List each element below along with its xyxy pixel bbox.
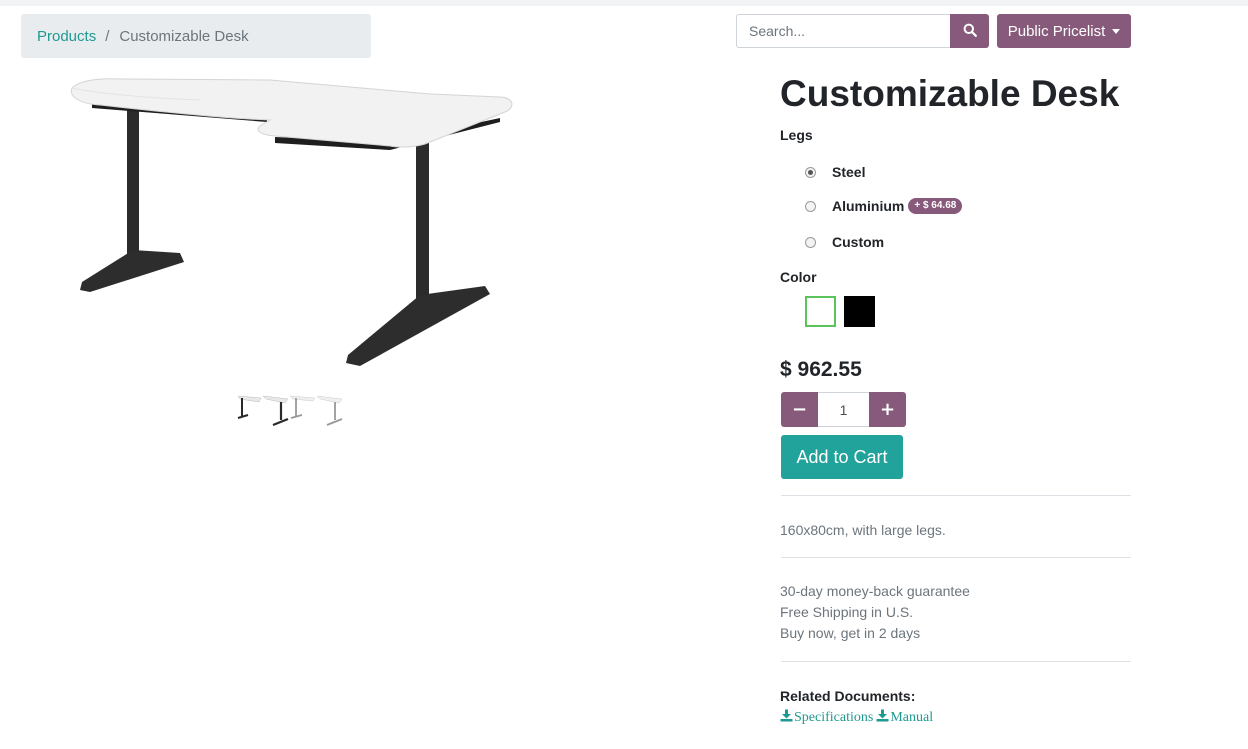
color-swatch-black[interactable] <box>844 296 875 327</box>
divider <box>781 495 1131 496</box>
price-extra-badge: + $ 64.68 <box>908 198 963 214</box>
pricelist-label: Public Pricelist <box>1007 22 1106 40</box>
product-title: Customizable Desk <box>780 73 1120 114</box>
guarantee-text: 30-day money-back guarantee Free Shippin… <box>780 581 970 644</box>
breadcrumb-products-link[interactable]: Products <box>37 28 96 45</box>
color-swatch-white[interactable] <box>805 296 836 327</box>
divider <box>781 557 1131 558</box>
legs-option-custom[interactable]: Custom <box>805 232 884 252</box>
download-icon <box>876 709 890 727</box>
guarantee-line: Buy now, get in 2 days <box>780 625 921 641</box>
search-input[interactable] <box>736 14 951 48</box>
download-icon <box>780 709 794 727</box>
steel-label: Steel <box>832 164 866 180</box>
product-price: $ 962.55 <box>780 358 862 381</box>
search-button[interactable] <box>950 14 989 48</box>
manual-link[interactable]: Manual <box>876 709 933 727</box>
quantity-input[interactable] <box>818 392 869 427</box>
specifications-link[interactable]: Specifications <box>780 709 873 727</box>
thumbnail-1[interactable] <box>236 390 263 430</box>
breadcrumb-separator: / <box>105 27 110 45</box>
divider <box>781 661 1131 662</box>
pricelist-dropdown[interactable]: Public Pricelist <box>997 14 1131 48</box>
aluminium-label: Aluminium <box>832 198 905 214</box>
chevron-down-icon <box>1112 28 1121 34</box>
search-icon <box>963 23 977 40</box>
add-to-cart-button[interactable]: Add to Cart <box>781 435 903 479</box>
manual-label: Manual <box>890 710 934 725</box>
product-description: 160x80cm, with large legs. <box>780 522 946 538</box>
guarantee-line: 30-day money-back guarantee <box>780 583 970 599</box>
product-image <box>70 78 513 366</box>
aluminium-radio[interactable] <box>805 200 816 212</box>
related-documents-title: Related Documents: <box>780 688 916 704</box>
color-label: Color <box>780 269 817 285</box>
thumbnail-strip <box>236 390 346 430</box>
legs-option-aluminium[interactable]: Aluminium + $ 64.68 <box>805 196 963 216</box>
thumbnail-3[interactable] <box>290 390 317 430</box>
legs-label: Legs <box>780 127 813 143</box>
breadcrumb: Products / Customizable Desk <box>21 14 371 58</box>
custom-label: Custom <box>832 234 885 250</box>
quantity-decrease-button[interactable]: − <box>781 392 818 427</box>
related-documents: Specifications Manual <box>780 709 933 727</box>
breadcrumb-current: Customizable Desk <box>119 27 249 45</box>
guarantee-line: Free Shipping in U.S. <box>780 604 914 620</box>
top-bar <box>0 0 1248 6</box>
steel-radio[interactable] <box>805 166 816 178</box>
quantity-increase-button[interactable]: + <box>869 392 906 427</box>
custom-radio[interactable] <box>805 236 816 248</box>
thumbnail-2[interactable] <box>263 390 290 430</box>
legs-option-steel[interactable]: Steel <box>805 162 865 182</box>
specifications-label: Specifications <box>794 710 874 725</box>
thumbnail-4[interactable] <box>317 390 344 430</box>
